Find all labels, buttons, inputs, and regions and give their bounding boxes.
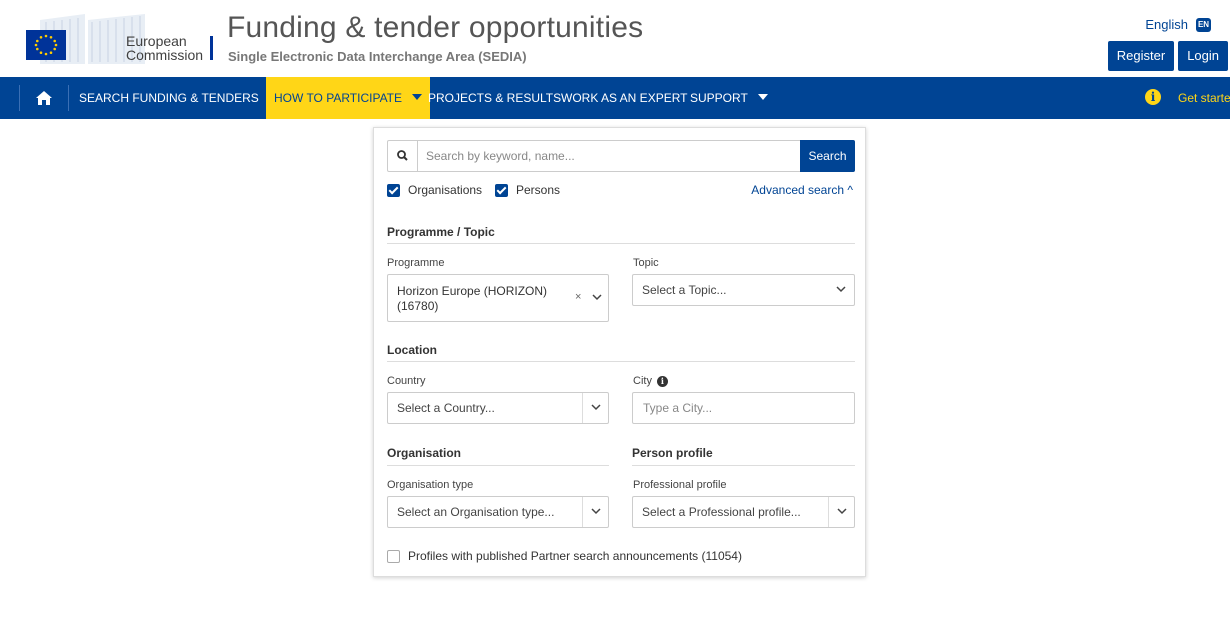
chevron-down-icon[interactable] <box>584 275 610 321</box>
language-code-badge: EN <box>1196 17 1211 32</box>
filter-organisations-checkbox[interactable]: Organisations <box>387 183 482 197</box>
logo-divider <box>210 36 213 60</box>
logo-text-line2: Commission <box>126 47 204 63</box>
city-label: City <box>633 375 652 387</box>
organisation-type-label: Organisation type <box>387 479 474 491</box>
section-heading-location: Location <box>387 343 437 357</box>
chevron-down-icon <box>582 497 608 527</box>
search-button[interactable]: Search <box>800 140 855 172</box>
checkbox-label: Persons <box>516 183 561 197</box>
country-placeholder: Select a Country... <box>397 401 495 415</box>
chevron-down-icon <box>828 275 854 305</box>
checkbox-checked-icon <box>387 183 400 197</box>
info-icon[interactable]: i <box>656 376 668 387</box>
partner-search-panel: Search Organisations Persons Advanced se… <box>373 127 866 577</box>
country-label: Country <box>387 375 426 387</box>
language-label: English <box>1145 17 1188 32</box>
clear-icon[interactable]: × <box>575 291 581 303</box>
nav-item-search-funding[interactable]: SEARCH FUNDING & TENDERS <box>79 77 279 119</box>
section-heading-person-profile: Person profile <box>632 446 713 460</box>
advanced-search-toggle[interactable]: Advanced search ^ <box>751 183 853 197</box>
nav-item-label: HOW TO PARTICIPATE <box>274 91 403 105</box>
main-navigation: SEARCH FUNDING & TENDERS HOW TO PARTICIP… <box>0 77 1230 119</box>
professional-profile-select[interactable]: Select a Professional profile... <box>632 496 855 528</box>
register-button[interactable]: Register <box>1107 41 1175 71</box>
language-selector[interactable]: English EN <box>1145 17 1211 32</box>
caret-down-icon <box>757 93 768 100</box>
nav-divider <box>68 85 69 111</box>
nav-item-support[interactable]: SUPPORT <box>690 77 768 119</box>
checkbox-unchecked-icon <box>387 549 400 563</box>
organisation-type-placeholder: Select an Organisation type... <box>397 505 555 519</box>
programme-label: Programme <box>387 257 445 269</box>
nav-item-work-as-expert[interactable]: WORK AS AN EXPERT <box>561 77 687 119</box>
search-icon <box>388 141 418 171</box>
nav-item-how-to-participate[interactable]: HOW TO PARTICIPATE <box>266 77 431 119</box>
filter-persons-checkbox[interactable]: Persons <box>495 183 560 197</box>
site-header: European Commission Funding & tender opp… <box>0 0 1230 77</box>
city-label-wrap: City i <box>633 375 668 387</box>
section-heading-programme-topic: Programme / Topic <box>387 225 495 239</box>
chevron-down-icon <box>828 497 854 527</box>
section-divider <box>387 465 609 466</box>
search-input[interactable] <box>426 141 796 171</box>
logo-text-line1: European <box>126 33 187 49</box>
nav-item-projects-results[interactable]: PROJECTS & RESULTS <box>428 77 561 119</box>
programme-select[interactable]: Horizon Europe (HORIZON) (16780) × <box>387 274 609 322</box>
page-title: Funding & tender opportunities <box>227 11 644 44</box>
city-input[interactable] <box>633 393 854 423</box>
city-field-wrap <box>632 392 855 424</box>
section-divider <box>632 465 855 466</box>
login-button[interactable]: Login <box>1178 41 1228 71</box>
info-icon[interactable]: i <box>1145 89 1161 105</box>
eu-flag-icon <box>26 30 66 60</box>
section-divider <box>387 361 855 362</box>
partner-search-announcements-checkbox[interactable]: Profiles with published Partner search a… <box>387 549 742 563</box>
organisation-type-select[interactable]: Select an Organisation type... <box>387 496 609 528</box>
logo-text: European Commission <box>126 34 203 62</box>
page-subtitle: Single Electronic Data Interchange Area … <box>228 49 527 64</box>
home-icon[interactable] <box>35 89 53 107</box>
search-bar: Search <box>387 140 855 172</box>
topic-placeholder: Select a Topic... <box>642 283 727 297</box>
european-commission-logo[interactable]: European Commission <box>20 12 215 64</box>
topic-label: Topic <box>633 257 659 269</box>
section-divider <box>387 243 855 244</box>
topic-select[interactable]: Select a Topic... <box>632 274 855 306</box>
section-heading-organisation: Organisation <box>387 446 462 460</box>
checkbox-label: Organisations <box>408 183 483 197</box>
nav-item-label: SUPPORT <box>690 91 748 105</box>
checkbox-checked-icon <box>495 183 508 197</box>
professional-profile-label: Professional profile <box>633 479 727 491</box>
nav-item-label: SEARCH FUNDING & TENDERS <box>79 91 259 105</box>
auth-buttons: Register Login <box>1107 41 1228 71</box>
country-select[interactable]: Select a Country... <box>387 392 609 424</box>
chevron-down-icon <box>582 393 608 423</box>
professional-profile-placeholder: Select a Professional profile... <box>642 505 801 519</box>
programme-selected-value: Horizon Europe (HORIZON) (16780) <box>397 284 548 313</box>
caret-down-icon <box>412 93 423 100</box>
checkbox-label: Profiles with published Partner search a… <box>408 549 742 563</box>
get-started-link[interactable]: Get started <box>1178 77 1230 119</box>
nav-divider <box>19 85 20 111</box>
